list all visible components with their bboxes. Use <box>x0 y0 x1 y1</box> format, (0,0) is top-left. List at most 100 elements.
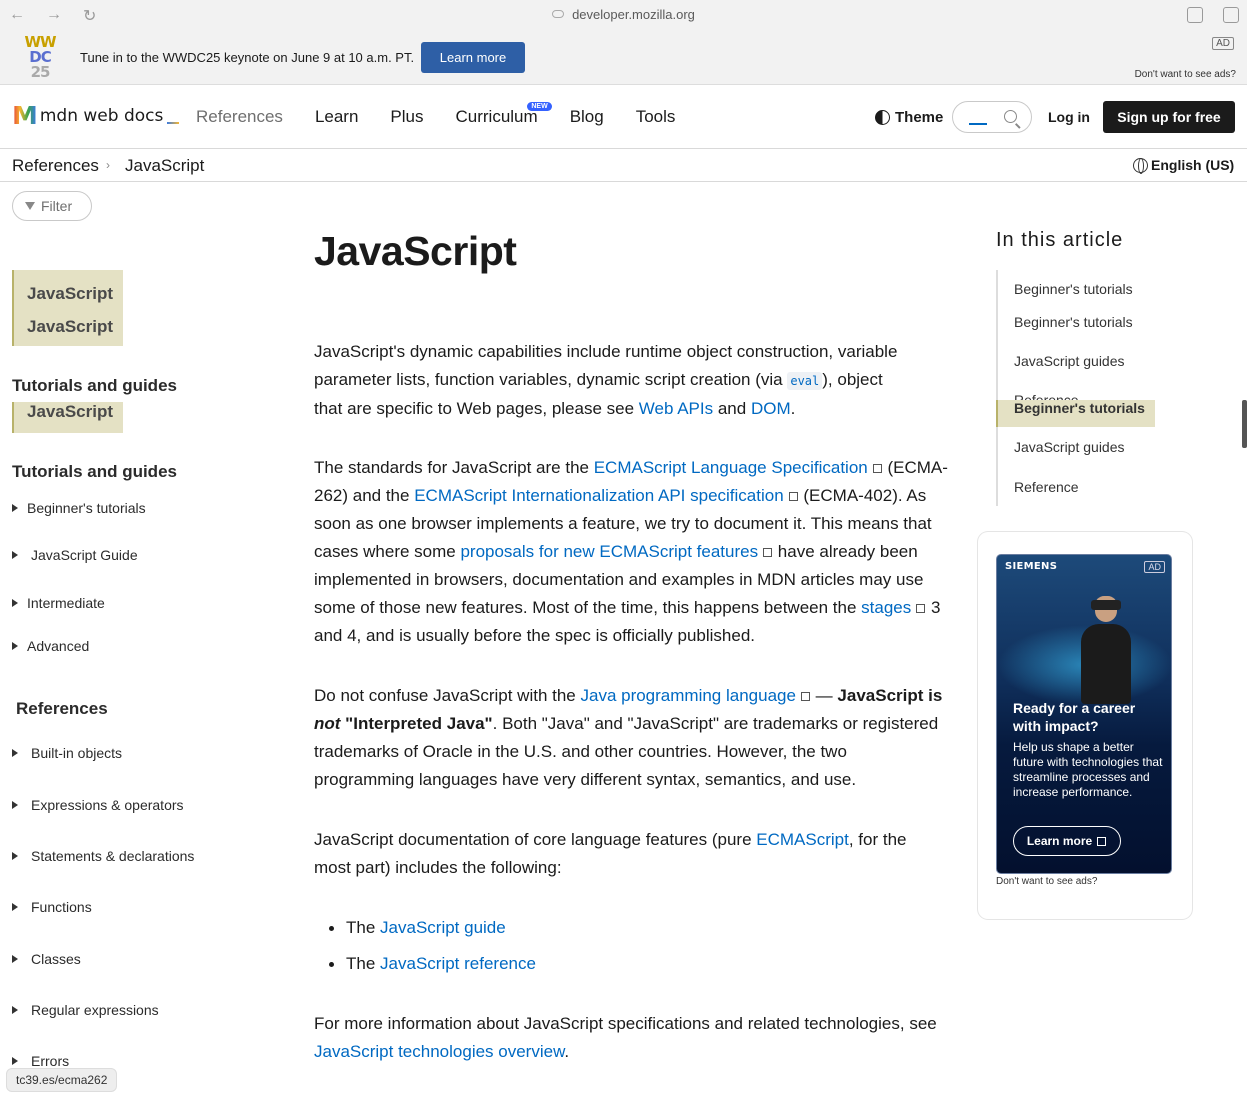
sidebar-heading-tutorials: Tutorials and guides <box>12 462 177 481</box>
web-apis-link[interactable]: Web APIs <box>639 399 713 418</box>
sidebar-highlight[interactable]: JavaScript <box>12 402 123 433</box>
proposals-link[interactable]: proposals for new ECMAScript features <box>460 542 758 561</box>
mdn-logo-mark: M <box>12 101 38 131</box>
sidebar-item-label: Errors <box>31 1053 70 1069</box>
sidebar-item-regex[interactable]: Regular expressions <box>12 1002 159 1018</box>
stages-link[interactable]: stages <box>861 598 911 617</box>
theme-toggle[interactable]: Theme <box>875 109 943 126</box>
external-link-icon <box>800 692 810 701</box>
eval-link[interactable]: eval <box>787 370 823 390</box>
wwdc-logo: WW DC 25 <box>24 35 56 81</box>
sidebar-item-beginners[interactable]: Beginner's tutorials <box>12 500 146 516</box>
link-icon <box>552 10 565 18</box>
text: implemented in browsers, documentation a… <box>314 570 924 589</box>
toc-item[interactable]: JavaScript guides <box>1014 353 1125 369</box>
sidebar-item-builtin[interactable]: Built-in objects <box>12 745 122 761</box>
external-link-icon <box>872 464 882 473</box>
sidebar-highlight[interactable]: JavaScript JavaScript <box>12 270 123 346</box>
sidebar-filter[interactable]: Filter <box>12 191 92 221</box>
new-badge: NEW <box>527 102 552 111</box>
main-nav: References Learn Plus Curriculum NEW Blog… <box>196 102 707 127</box>
nav-plus[interactable]: Plus <box>390 107 423 127</box>
sidebar-item-js-guide[interactable]: JavaScript Guide <box>12 547 138 563</box>
breadcrumb-references[interactable]: References <box>12 156 99 176</box>
ecmascript-link[interactable]: ECMAScript <box>756 830 849 849</box>
toc-title: In this article <box>996 229 1124 251</box>
text: . Both "Java" and "JavaScript" are trade… <box>492 714 939 733</box>
logo-underscore <box>167 122 180 124</box>
search-input[interactable] <box>952 101 1032 133</box>
signup-button[interactable]: Sign up for free <box>1103 101 1235 133</box>
sidebar-item-statements[interactable]: Statements & declarations <box>12 848 194 864</box>
page-title: JavaScript <box>314 228 517 274</box>
article-paragraph: Do not confuse JavaScript with the Java … <box>314 682 954 794</box>
sidebar-highlight-label: JavaScript <box>27 284 113 303</box>
ad-image[interactable]: SIEMENS AD Ready for a career with impac… <box>996 554 1172 874</box>
sidebar-item-expressions[interactable]: Expressions & operators <box>12 797 184 813</box>
js-reference-link[interactable]: JavaScript reference <box>380 954 536 973</box>
ad-headline: Ready for a career with impact? <box>1013 700 1136 734</box>
text: For more information about JavaScript sp… <box>314 1014 937 1033</box>
ad-learn-more-button[interactable]: Learn more <box>421 42 525 73</box>
chevron-right-icon: › <box>106 158 110 172</box>
toc-active-label: Beginner's tutorials <box>1014 400 1145 416</box>
disclosure-triangle-icon <box>12 504 18 512</box>
toc-item[interactable]: Beginner's tutorials <box>1014 314 1133 330</box>
breadcrumb-javascript[interactable]: JavaScript <box>125 156 204 176</box>
filter-label: Filter <box>41 198 73 214</box>
globe-icon <box>1133 157 1148 174</box>
login-button[interactable]: Log in <box>1048 109 1090 125</box>
no-ads-link[interactable]: Don't want to see ads? <box>1135 69 1236 80</box>
url-text: developer.mozilla.org <box>572 7 695 22</box>
site-header: M mdn web docs References Learn Plus Cur… <box>0 85 1247 149</box>
sidebar-item-classes[interactable]: Classes <box>12 951 81 967</box>
scrollbar-thumb[interactable] <box>1242 400 1247 448</box>
sidebar-item-label: Built-in objects <box>31 745 123 761</box>
sidebar-item-intermediate[interactable]: Intermediate <box>12 595 105 611</box>
text: — <box>810 686 838 705</box>
ad-learn-more-button[interactable]: Learn more <box>1013 826 1121 856</box>
filter-icon <box>25 202 35 210</box>
text: that are specific to Web pages, please s… <box>314 399 639 418</box>
mdn-logo[interactable]: M mdn web docs <box>12 101 180 131</box>
sidebar-item-errors[interactable]: Errors <box>12 1053 69 1069</box>
ecmascript-spec-link[interactable]: ECMAScript Language Specification <box>594 458 868 477</box>
nav-blog[interactable]: Blog <box>570 107 604 127</box>
browser-toolbar: ← → ↻ developer.mozilla.org <box>0 0 1247 31</box>
list-item: The JavaScript reference <box>329 950 536 978</box>
intl-spec-link[interactable]: ECMAScript Internationalization API spec… <box>414 486 783 505</box>
vr-headset <box>1091 600 1121 610</box>
text: cases where some <box>314 542 461 561</box>
nav-references[interactable]: References <box>196 107 283 127</box>
java-link[interactable]: Java programming language <box>580 686 795 705</box>
disclosure-triangle-icon <box>12 1057 18 1065</box>
toc-item[interactable]: Beginner's tutorials <box>1014 281 1133 297</box>
address-bar[interactable]: developer.mozilla.org <box>0 7 1247 22</box>
js-guide-link[interactable]: JavaScript guide <box>380 918 506 937</box>
reader-icon[interactable] <box>1187 7 1203 23</box>
list-item: The JavaScript guide <box>329 914 506 942</box>
toc-item[interactable]: JavaScript guides <box>1014 439 1125 455</box>
sidebar-highlight-label: JavaScript <box>27 317 113 336</box>
nav-tools[interactable]: Tools <box>636 107 676 127</box>
toc-item-active[interactable]: Beginner's tutorials <box>996 400 1155 427</box>
sidebar-item-label: Statements & declarations <box>31 848 195 864</box>
disclosure-triangle-icon <box>12 551 18 559</box>
ad-body: Help us shape a better future with techn… <box>1013 740 1163 799</box>
language-switcher[interactable]: English (US) <box>1133 157 1234 174</box>
nav-curriculum[interactable]: Curriculum NEW <box>456 102 552 127</box>
dom-link[interactable]: DOM <box>751 399 791 418</box>
nav-learn[interactable]: Learn <box>315 107 358 127</box>
sidebar-toggle-icon[interactable] <box>1223 7 1239 23</box>
text: The <box>346 918 381 937</box>
js-technologies-link[interactable]: JavaScript technologies overview <box>314 1042 564 1061</box>
sidebar-item-advanced[interactable]: Advanced <box>12 638 89 654</box>
no-ads-link[interactable]: Don't want to see ads? <box>996 876 1097 887</box>
text: 262) and the <box>314 486 415 505</box>
toc-item[interactable]: Reference <box>1014 479 1079 495</box>
text: some of those new features. Most of the … <box>314 598 862 617</box>
search-icon[interactable] <box>1004 110 1017 123</box>
sidebar-item-functions[interactable]: Functions <box>12 899 92 915</box>
top-ad-banner: WW DC 25 Tune in to the WWDC25 keynote o… <box>0 31 1247 85</box>
sidebar-item-label: Expressions & operators <box>31 797 184 813</box>
